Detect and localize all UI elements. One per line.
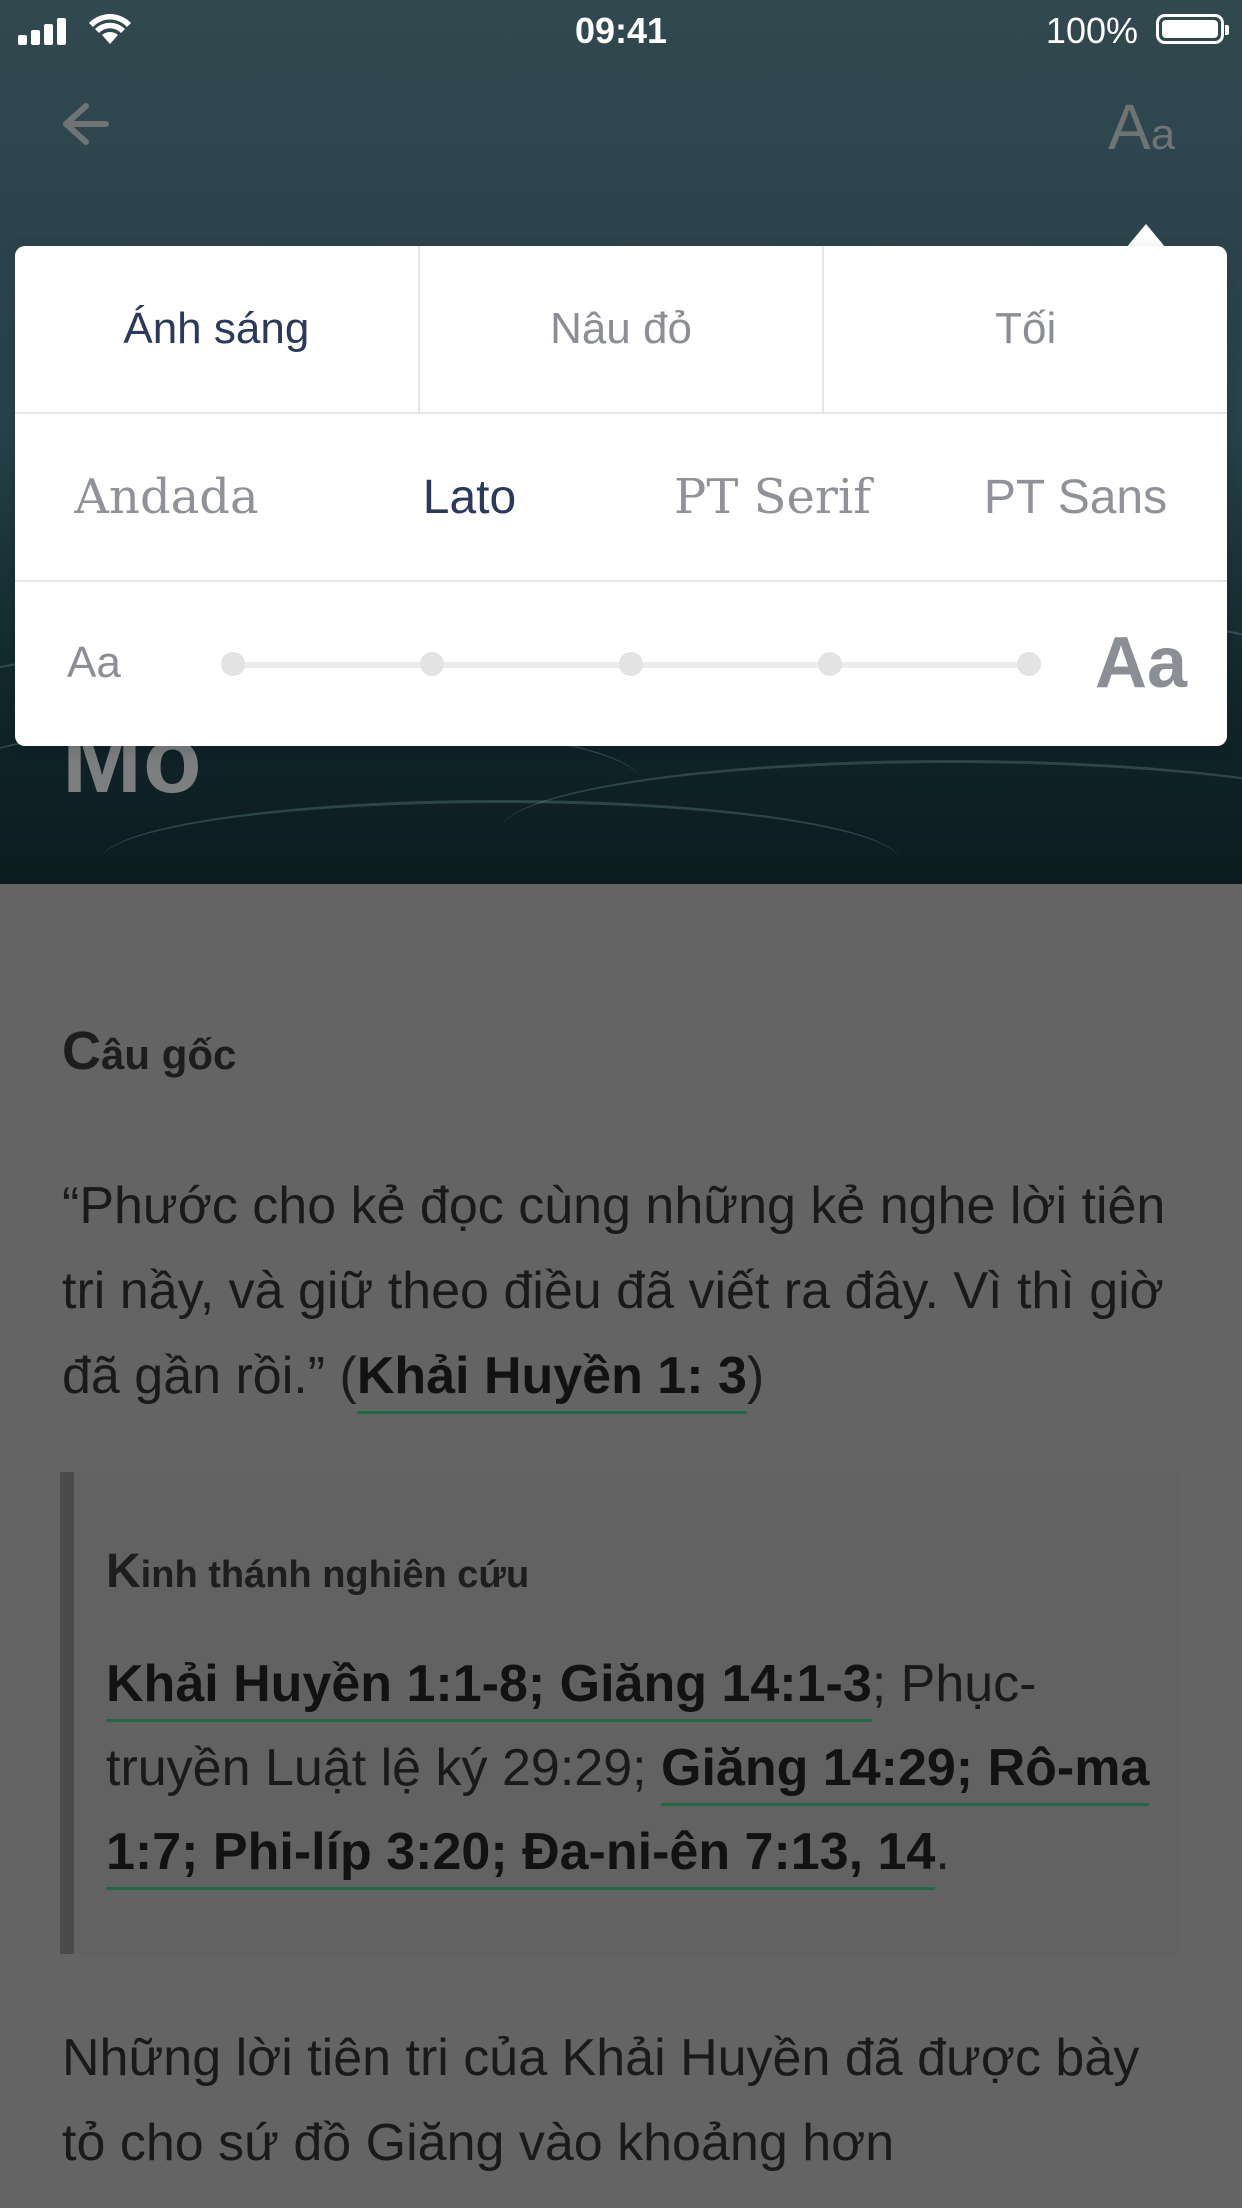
- font-settings-button[interactable]: Aa: [1108, 90, 1175, 164]
- font-size-step[interactable]: [221, 652, 245, 676]
- battery-percentage: 100%: [1045, 10, 1138, 51]
- font-size-small-label: Aa: [67, 638, 121, 687]
- font-size-step[interactable]: [818, 652, 842, 676]
- reading-settings-popover: Ánh sáng Nâu đỏ Tối Andada Lato PT Serif…: [15, 246, 1227, 746]
- font-size-large-label: Aa: [1094, 623, 1187, 703]
- font-selector: Andada Lato PT Serif PT Sans: [15, 414, 1227, 582]
- arrow-left-icon[interactable]: [52, 92, 116, 156]
- theme-light-option[interactable]: Ánh sáng: [15, 246, 418, 412]
- font-size-slider[interactable]: [221, 652, 1041, 676]
- key-text-heading: Câu gốc: [62, 1021, 237, 1081]
- study-box-body: Khải Huyền 1:1-8; Giăng 14:1-3; Phục-tru…: [106, 1642, 1176, 1894]
- font-lato-option[interactable]: Lato: [318, 414, 621, 580]
- font-size-selector: Aa Aa: [15, 582, 1227, 746]
- font-size-step[interactable]: [420, 652, 444, 676]
- popover-caret: [1126, 224, 1166, 248]
- status-bar: 09:41 100%: [0, 0, 1242, 60]
- battery-icon: [1156, 14, 1229, 44]
- font-andada-option[interactable]: Andada: [15, 414, 318, 580]
- theme-selector: Ánh sáng Nâu đỏ Tối: [15, 246, 1227, 414]
- body-paragraph: Những lời tiên tri của Khải Huyền đã đượ…: [62, 2029, 1140, 2172]
- font-ptsans-option[interactable]: PT Sans: [924, 414, 1227, 580]
- study-box: Kinh thánh nghiên cứu Khải Huyền 1:1-8; …: [60, 1472, 1180, 1954]
- font-ptserif-option[interactable]: PT Serif: [621, 414, 924, 580]
- key-text-paragraph: “Phước cho kẻ đọc cùng những kẻ nghe lời…: [62, 1164, 1172, 1419]
- study-box-title: Kinh thánh nghiên cứu: [106, 1545, 530, 1598]
- font-button-small: a: [1150, 110, 1176, 159]
- theme-sepia-option[interactable]: Nâu đỏ: [417, 246, 823, 412]
- font-size-step[interactable]: [619, 652, 643, 676]
- key-text-link[interactable]: Khải Huyền 1: 3: [356, 1347, 747, 1414]
- study-box-bar: [60, 1472, 74, 1954]
- theme-dark-option[interactable]: Tối: [822, 246, 1227, 412]
- font-button-big: A: [1108, 91, 1151, 163]
- font-size-step[interactable]: [1017, 652, 1041, 676]
- study-ref-link[interactable]: Khải Huyền 1:1-8; Giăng 14:1-3: [106, 1655, 872, 1722]
